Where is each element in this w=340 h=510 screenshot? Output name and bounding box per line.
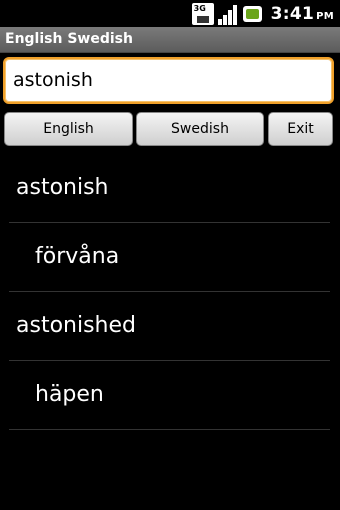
exit-button[interactable]: Exit <box>268 112 333 146</box>
3g-data-icon: 3G <box>191 2 214 25</box>
status-bar: 3G 3:41 PM <box>0 0 340 27</box>
network-type-label: 3G <box>193 3 206 13</box>
status-icons: 3G 3:41 PM <box>191 2 334 25</box>
app-title: English Swedish <box>5 31 133 47</box>
translation-row[interactable]: förvåna <box>0 223 340 292</box>
app-title-bar: English Swedish <box>0 27 340 53</box>
status-time: 3:41 <box>270 3 315 24</box>
english-button[interactable]: English <box>4 112 133 146</box>
translation-row[interactable]: häpen <box>0 361 340 430</box>
translation-text: förvåna <box>35 244 120 269</box>
list-divider <box>9 429 330 430</box>
status-ampm: PM <box>316 10 334 22</box>
battery-charging-icon <box>242 3 264 25</box>
search-input[interactable] <box>13 67 313 93</box>
swedish-button[interactable]: Swedish <box>136 112 264 146</box>
term-row[interactable]: astonish <box>0 154 340 223</box>
results-list: astonish förvåna astonished häpen <box>0 154 340 430</box>
translation-text: häpen <box>35 382 104 407</box>
search-field-container[interactable] <box>3 57 334 104</box>
signal-strength-icon <box>217 3 239 25</box>
term-text: astonish <box>16 175 109 200</box>
term-text: astonished <box>16 313 136 338</box>
term-row[interactable]: astonished <box>0 292 340 361</box>
